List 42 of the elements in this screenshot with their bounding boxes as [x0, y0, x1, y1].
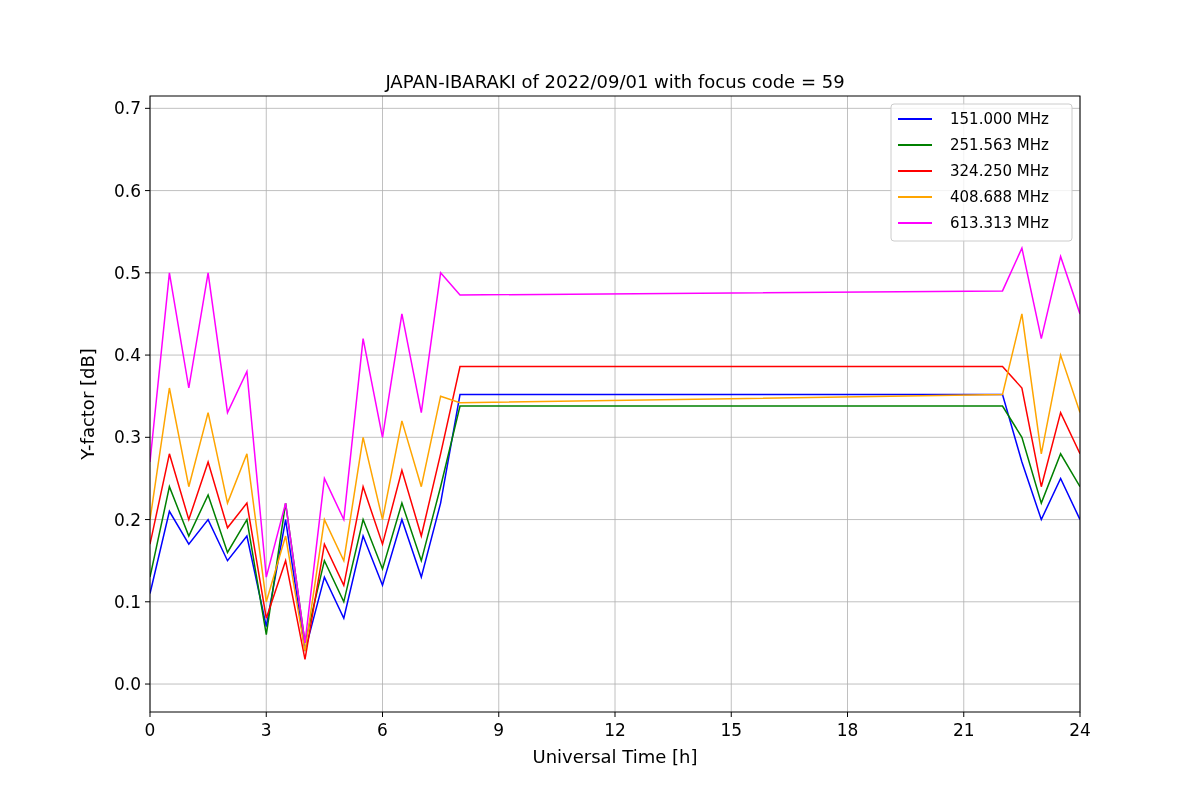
chart-title: JAPAN-IBARAKI of 2022/09/01 with focus code = 59	[385, 71, 845, 92]
tick-label: 0.5	[113, 262, 141, 283]
tick-mark	[382, 711, 383, 718]
legend-label: 151.000 MHz	[950, 110, 1049, 128]
axis-label: Universal Time [h]	[532, 746, 698, 767]
legend-label: 613.313 MHz	[950, 214, 1049, 232]
tick-mark	[614, 711, 616, 718]
tick-mark	[265, 711, 267, 718]
tick-mark	[144, 190, 151, 192]
legend-label: 324.250 MHz	[950, 162, 1049, 180]
tick-mark	[847, 711, 848, 718]
axis-label: Y-factor [dB]	[77, 348, 98, 460]
tick-mark	[730, 711, 732, 718]
tick-label: 0.7	[113, 98, 141, 119]
tick-mark	[144, 519, 151, 521]
tick-label: 0.0	[113, 674, 141, 695]
tick-mark	[144, 107, 151, 109]
tick-mark	[963, 711, 965, 718]
tick-label: 0.3	[113, 427, 141, 448]
tick-mark	[1079, 711, 1081, 718]
tick-label: 0.4	[113, 345, 141, 366]
tick-label: 9	[493, 720, 505, 740]
legend-label: 408.688 MHz	[950, 188, 1049, 206]
tick-mark	[144, 683, 151, 685]
tick-mark	[144, 272, 151, 274]
tick-label: 0.2	[113, 509, 141, 530]
tick-mark	[144, 436, 151, 438]
tick-label: 21	[952, 720, 975, 740]
tick-label: 0.6	[113, 180, 141, 201]
tick-mark	[149, 711, 151, 718]
legend-label: 251.563 MHz	[950, 136, 1049, 154]
tick-mark	[144, 601, 151, 603]
tick-label: 3	[260, 720, 272, 740]
tick-label: 18	[836, 720, 859, 740]
tick-label: 0	[144, 720, 156, 740]
tick-label: 15	[720, 720, 743, 740]
tick-label: 24	[1069, 720, 1091, 740]
tick-mark	[144, 354, 151, 356]
tick-label: 12	[604, 720, 626, 740]
tick-label: 6	[377, 720, 388, 740]
tick-label: 0.1	[113, 591, 141, 612]
tick-mark	[498, 711, 500, 718]
